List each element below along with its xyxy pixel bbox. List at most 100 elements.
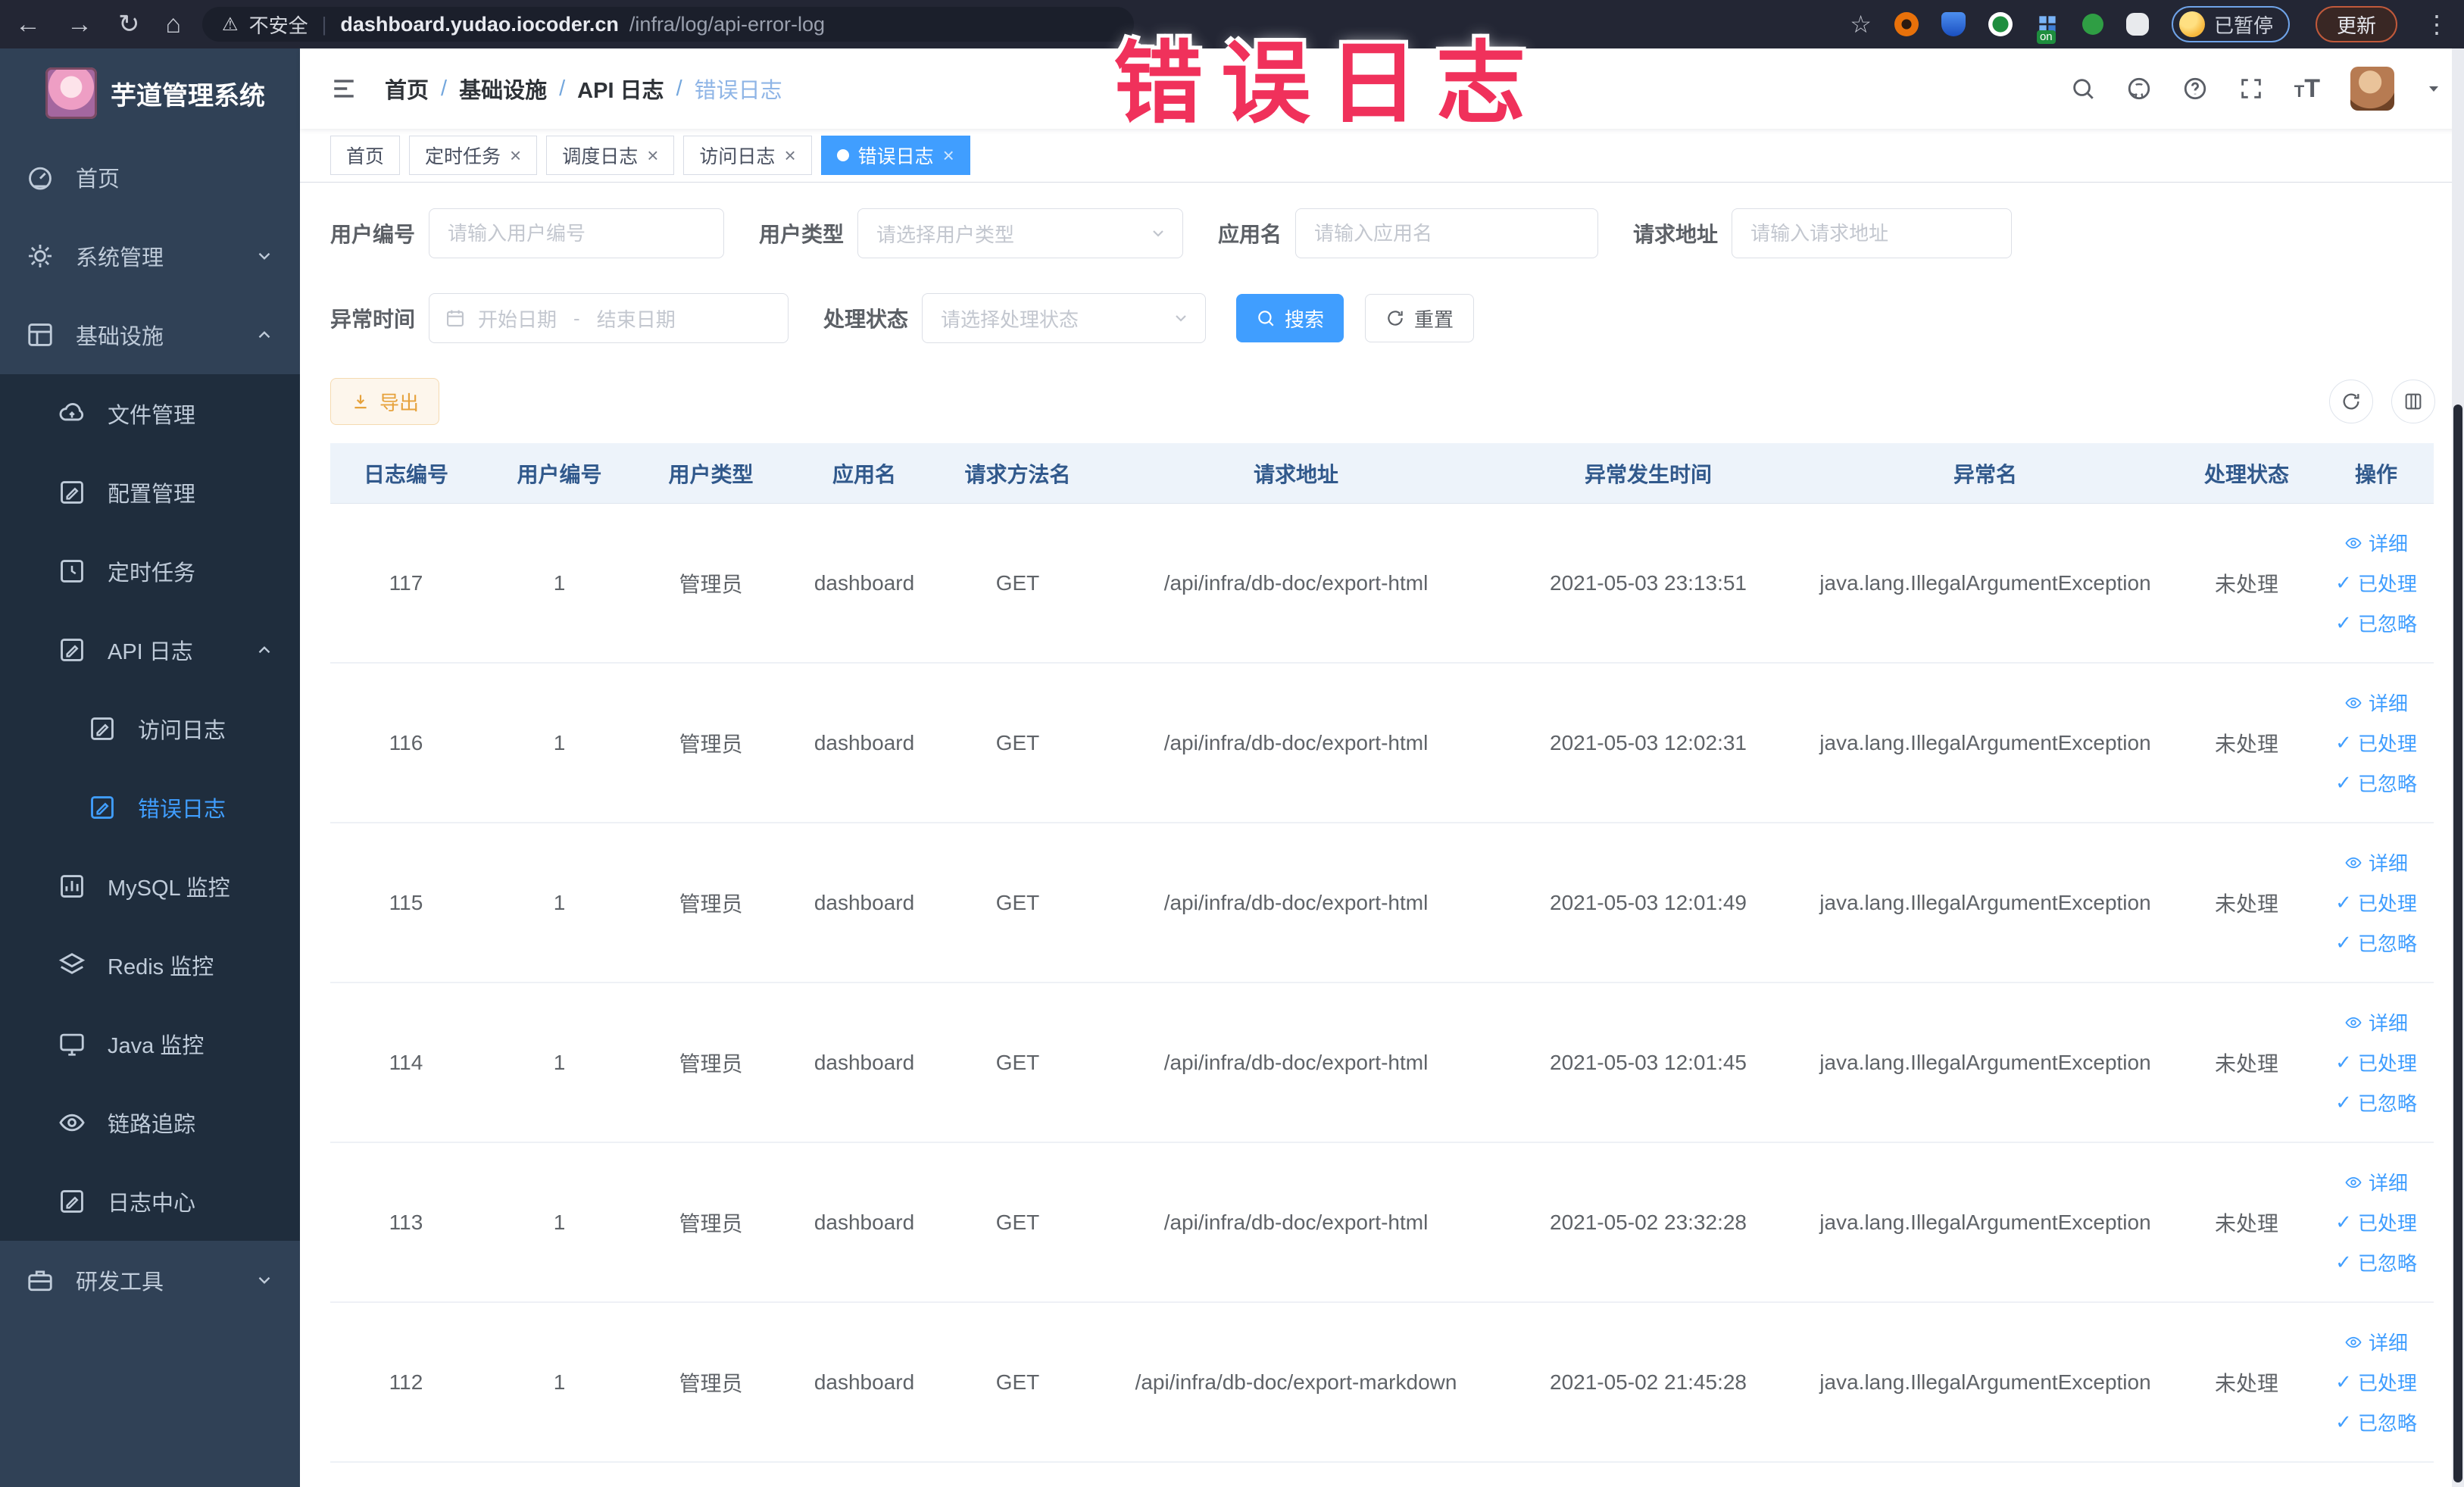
sidebar-item-file-management[interactable]: 文件管理 — [0, 374, 300, 453]
user-id-input[interactable] — [429, 208, 725, 258]
process-status-select[interactable]: 请选择处理状态 — [922, 293, 1207, 343]
close-icon[interactable]: × — [943, 145, 954, 165]
sidebar-item-config-management[interactable]: 配置管理 — [0, 453, 300, 532]
cell-app: dashboard — [814, 1370, 915, 1394]
extensions-puzzle-icon[interactable] — [2125, 13, 2149, 36]
breadcrumb-home[interactable]: 首页 — [385, 73, 429, 105]
sidebar-item-home[interactable]: 首页 — [0, 138, 300, 217]
app-name-input[interactable] — [1295, 208, 1599, 258]
refresh-icon — [2341, 391, 2362, 412]
request-url-input[interactable] — [1732, 208, 2013, 258]
bookmark-star-icon[interactable]: ☆ — [1850, 10, 1872, 39]
check-icon: ✓ — [2335, 611, 2352, 634]
browser-menu-icon[interactable]: ⋮ — [2425, 10, 2449, 39]
exception-time-range-picker[interactable]: 开始日期 - 结束日期 — [429, 293, 789, 343]
extension-orange-icon[interactable] — [1894, 12, 1919, 36]
mark-processed-link[interactable]: ✓ 已处理 — [2335, 889, 2417, 917]
header-app-name: 应用名 — [832, 462, 896, 486]
github-icon[interactable] — [2126, 76, 2152, 102]
mark-ignored-link[interactable]: ✓ 已忽略 — [2335, 1089, 2417, 1117]
sidebar-item-infrastructure[interactable]: 基础设施 — [0, 295, 300, 374]
caret-down-icon[interactable] — [2425, 80, 2443, 98]
detail-link[interactable]: 详细 — [2344, 1008, 2408, 1036]
breadcrumb-infrastructure[interactable]: 基础设施 — [459, 73, 547, 105]
mark-ignored-link[interactable]: ✓ 已忽略 — [2335, 929, 2417, 957]
detail-link[interactable]: 详细 — [2344, 1328, 2408, 1356]
user-type-select[interactable]: 请选择用户类型 — [857, 208, 1184, 258]
cell-user-id: 1 — [553, 1210, 566, 1234]
font-size-icon[interactable]: TT — [2294, 74, 2320, 104]
fullscreen-icon[interactable] — [2238, 76, 2264, 102]
sidebar-item-access-log[interactable]: 访问日志 — [0, 689, 300, 768]
tab-home[interactable]: 首页 — [330, 136, 401, 175]
cell-user-type: 管理员 — [679, 572, 743, 596]
paused-badge[interactable]: 已暂停 — [2171, 6, 2290, 42]
mark-ignored-link[interactable]: ✓ 已忽略 — [2335, 1248, 2417, 1276]
sidebar-item-system-management[interactable]: 系统管理 — [0, 217, 300, 295]
close-icon[interactable]: × — [784, 145, 795, 165]
search-icon[interactable] — [2070, 76, 2096, 102]
hamburger-icon[interactable] — [329, 76, 359, 102]
browser-back-icon[interactable]: ← — [15, 10, 41, 39]
mark-processed-link[interactable]: ✓ 已处理 — [2335, 1048, 2417, 1076]
cell-url: /api/infra/db-doc/export-html — [1163, 570, 1429, 595]
tab-error-log[interactable]: 错误日志 × — [820, 136, 970, 175]
mark-ignored-link[interactable]: ✓ 已忽略 — [2335, 609, 2417, 637]
detail-link[interactable]: 详细 — [2344, 529, 2408, 557]
update-button[interactable]: 更新 — [2315, 6, 2397, 42]
breadcrumb-api-logs[interactable]: API 日志 — [577, 73, 664, 105]
sidebar-item-scheduled-tasks[interactable]: 定时任务 — [0, 532, 300, 611]
refresh-table-button[interactable] — [2329, 380, 2373, 423]
docs-question-icon[interactable] — [2182, 76, 2208, 102]
extension-shield-icon[interactable] — [1941, 12, 1966, 36]
browser-forward-icon[interactable]: → — [67, 10, 92, 39]
cell-method: GET — [995, 890, 1040, 914]
sidebar-item-log-center[interactable]: 日志中心 — [0, 1162, 300, 1241]
extension-grid-icon[interactable]: on — [2035, 12, 2060, 44]
sidebar-item-dev-tools[interactable]: 研发工具 — [0, 1241, 300, 1320]
avatar[interactable] — [2350, 67, 2394, 111]
sidebar-item-redis-monitor[interactable]: Redis 监控 — [0, 926, 300, 1004]
detail-link[interactable]: 详细 — [2344, 848, 2408, 876]
sidebar-item-mysql-monitor[interactable]: MySQL 监控 — [0, 847, 300, 926]
cell-url: /api/infra/db-doc/export-html — [1163, 890, 1429, 914]
page-scrollbar[interactable] — [2452, 48, 2464, 1487]
extension-leaf-icon[interactable] — [2081, 14, 2103, 35]
search-button[interactable]: 搜索 — [1236, 294, 1344, 342]
close-icon[interactable]: × — [510, 145, 521, 165]
reset-button[interactable]: 重置 — [1365, 294, 1475, 342]
cell-log-id: 116 — [389, 730, 423, 754]
logo-image — [45, 67, 97, 119]
address-bar[interactable]: ⚠ 不安全 | dashboard.yudao.iocoder.cn/infra… — [202, 7, 1135, 42]
export-button[interactable]: 导出 — [330, 378, 440, 425]
sidebar-item-trace[interactable]: 链路追踪 — [0, 1083, 300, 1162]
detail-link[interactable]: 详细 — [2344, 689, 2408, 717]
address-divider: | — [321, 12, 327, 36]
tab-label: 定时任务 — [425, 146, 501, 167]
close-icon[interactable]: × — [647, 145, 658, 165]
cell-user-id: 1 — [553, 1050, 566, 1074]
mark-processed-link[interactable]: ✓ 已处理 — [2335, 569, 2417, 597]
sidebar-item-java-monitor[interactable]: Java 监控 — [0, 1004, 300, 1083]
detail-link[interactable]: 详细 — [2344, 1168, 2408, 1196]
cell-user-type: 管理员 — [679, 1371, 743, 1395]
browser-home-icon[interactable]: ⌂ — [166, 10, 182, 39]
cell-log-id: 114 — [389, 1050, 423, 1074]
mark-ignored-link[interactable]: ✓ 已忽略 — [2335, 1408, 2417, 1436]
mark-processed-link[interactable]: ✓ 已处理 — [2335, 1368, 2417, 1396]
download-icon — [351, 392, 370, 411]
mark-processed-link[interactable]: ✓ 已处理 — [2335, 729, 2417, 757]
tab-scheduled-tasks[interactable]: 定时任务 × — [409, 136, 538, 175]
app-logo[interactable]: 芋道管理系统 — [0, 48, 300, 138]
sidebar-item-api-logs[interactable]: API 日志 — [0, 611, 300, 689]
sidebar-item-error-log[interactable]: 错误日志 — [0, 768, 300, 847]
extension-green-icon[interactable] — [1988, 12, 2013, 36]
browser-reload-icon[interactable]: ↻ — [118, 9, 140, 39]
search-icon — [1256, 308, 1276, 328]
tab-dispatch-log[interactable]: 调度日志 × — [546, 136, 675, 175]
scrollbar-thumb[interactable] — [2453, 405, 2462, 1482]
mark-processed-link[interactable]: ✓ 已处理 — [2335, 1208, 2417, 1236]
column-settings-button[interactable] — [2391, 380, 2435, 423]
mark-ignored-link[interactable]: ✓ 已忽略 — [2335, 769, 2417, 797]
tab-access-log[interactable]: 访问日志 × — [683, 136, 812, 175]
